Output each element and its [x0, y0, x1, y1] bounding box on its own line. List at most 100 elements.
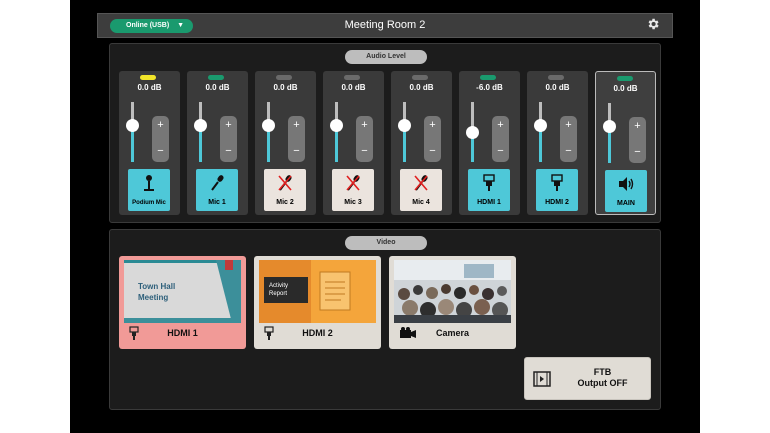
ftb-line-2: Output OFF: [577, 378, 628, 388]
db-readout: 0.0 dB: [137, 83, 162, 92]
gain-stepper: + −: [629, 117, 646, 163]
channel-label: Mic 3: [344, 199, 362, 206]
source-label: HDMI 2: [302, 328, 333, 338]
film-icon: [533, 371, 551, 387]
minus-button[interactable]: −: [356, 144, 373, 158]
minus-button[interactable]: −: [424, 144, 441, 158]
video-label: Video: [345, 236, 427, 250]
level-led: [548, 75, 564, 80]
minus-button[interactable]: −: [629, 145, 646, 159]
channel-strip-mic-4: 0.0 dB + − Mic 4: [391, 71, 452, 215]
plus-button[interactable]: +: [288, 118, 305, 132]
channel-label: HDMI 2: [545, 199, 569, 206]
gain-stepper: + −: [288, 116, 305, 162]
plus-button[interactable]: +: [356, 118, 373, 132]
fader-track[interactable]: [131, 102, 134, 162]
channel-strip-mic-2: 0.0 dB + − Mic 2: [255, 71, 316, 215]
level-led: [208, 75, 224, 80]
plus-button[interactable]: +: [560, 118, 577, 132]
channel-toggle-button[interactable]: Mic 4: [400, 169, 442, 211]
gain-stepper: + −: [220, 116, 237, 162]
level-led: [344, 75, 360, 80]
channel-strip-hdmi-2: 0.0 dB + − HDMI 2: [527, 71, 588, 215]
hdmi-2-thumbnail: Activity Report: [259, 260, 376, 323]
channel-label: Podium Mic: [132, 200, 166, 206]
channel-strip-mic-3: 0.0 dB + − Mic 3: [323, 71, 384, 215]
plus-button[interactable]: +: [424, 118, 441, 132]
thumb-text-line: Report: [269, 291, 288, 297]
channel-toggle-button[interactable]: HDMI 2: [536, 169, 578, 211]
fader-knob[interactable]: [534, 119, 547, 132]
channel-label: Mic 1: [208, 199, 226, 206]
fader-track[interactable]: [608, 103, 611, 163]
audio-level-label: Audio Level: [345, 50, 427, 64]
channel-toggle-button[interactable]: Podium Mic: [128, 169, 170, 211]
channel-strip-main: 0.0 dB + − MAIN: [595, 71, 656, 215]
thumb-text-line: Activity: [269, 283, 289, 289]
fader-knob[interactable]: [330, 119, 343, 132]
fader-knob[interactable]: [126, 119, 139, 132]
fader-track[interactable]: [335, 102, 338, 162]
thumb-text-line: Meeting: [138, 293, 169, 302]
fader-knob[interactable]: [262, 119, 275, 132]
source-label: Camera: [435, 328, 470, 338]
ftb-label: FTB Output OFF: [555, 367, 650, 389]
channel-label: MAIN: [617, 200, 635, 207]
source-label: HDMI 1: [167, 328, 198, 338]
fader-track[interactable]: [403, 102, 406, 162]
gain-stepper: + −: [356, 116, 373, 162]
fader-knob[interactable]: [398, 119, 411, 132]
channel-toggle-button[interactable]: Mic 2: [264, 169, 306, 211]
channel-toggle-button[interactable]: Mic 3: [332, 169, 374, 211]
video-source-hdmi-1[interactable]: Town Hall Meeting HDMI 1: [119, 256, 246, 349]
minus-button[interactable]: −: [220, 144, 237, 158]
channel-toggle-button[interactable]: Mic 1: [196, 169, 238, 211]
plus-button[interactable]: +: [492, 118, 509, 132]
db-readout: 0.0 dB: [409, 83, 434, 92]
minus-button[interactable]: −: [152, 144, 169, 158]
db-readout: -6.0 dB: [476, 83, 503, 92]
audio-level-panel: Audio Level 0.0 dB + − Podium Mic 0.0 dB + − Mi…: [109, 43, 661, 223]
channel-label: HDMI 1: [477, 199, 501, 206]
ftb-output-button[interactable]: FTB Output OFF: [524, 357, 651, 400]
gain-stepper: + −: [424, 116, 441, 162]
db-readout: 0.0 dB: [205, 83, 230, 92]
channel-strip-mic-1: 0.0 dB + − Mic 1: [187, 71, 248, 215]
room-title: Meeting Room 2: [344, 19, 426, 31]
channel-strip-podium-mic: 0.0 dB + − Podium Mic: [119, 71, 180, 215]
level-led: [412, 75, 428, 80]
fader-track[interactable]: [199, 102, 202, 162]
plus-button[interactable]: +: [220, 118, 237, 132]
fader-knob[interactable]: [603, 120, 616, 133]
gain-stepper: + −: [492, 116, 509, 162]
level-led: [140, 75, 156, 80]
fader-track[interactable]: [267, 102, 270, 162]
channel-label: Mic 4: [412, 199, 430, 206]
level-led: [480, 75, 496, 80]
gain-stepper: + −: [560, 116, 577, 162]
channel-label: Mic 2: [276, 199, 294, 206]
plus-button[interactable]: +: [629, 119, 646, 133]
minus-button[interactable]: −: [288, 144, 305, 158]
video-panel: Video Town Hall Meeting HDMI 1 Activity …: [109, 229, 661, 410]
channel-toggle-button[interactable]: HDMI 1: [468, 169, 510, 211]
gear-icon[interactable]: [646, 17, 660, 31]
minus-button[interactable]: −: [560, 144, 577, 158]
channel-strip-hdmi-1: -6.0 dB + − HDMI 1: [459, 71, 520, 215]
top-bar: Online (USB) ▼ Meeting Room 2: [97, 13, 673, 38]
db-readout: 0.0 dB: [273, 83, 298, 92]
db-readout: 0.0 dB: [341, 83, 366, 92]
channel-toggle-button[interactable]: MAIN: [605, 170, 647, 212]
video-source-hdmi-2[interactable]: Activity Report HDMI 2: [254, 256, 381, 349]
camera-thumbnail: [394, 260, 511, 323]
hdmi-1-thumbnail: Town Hall Meeting: [124, 260, 241, 323]
fader-knob[interactable]: [194, 119, 207, 132]
fader-knob[interactable]: [466, 126, 479, 139]
video-source-camera[interactable]: Camera: [389, 256, 516, 349]
fader-track[interactable]: [539, 102, 542, 162]
minus-button[interactable]: −: [492, 144, 509, 158]
plus-button[interactable]: +: [152, 118, 169, 132]
db-readout: 0.0 dB: [545, 83, 570, 92]
ftb-line-1: FTB: [593, 367, 612, 377]
db-readout: 0.0 dB: [613, 84, 638, 93]
